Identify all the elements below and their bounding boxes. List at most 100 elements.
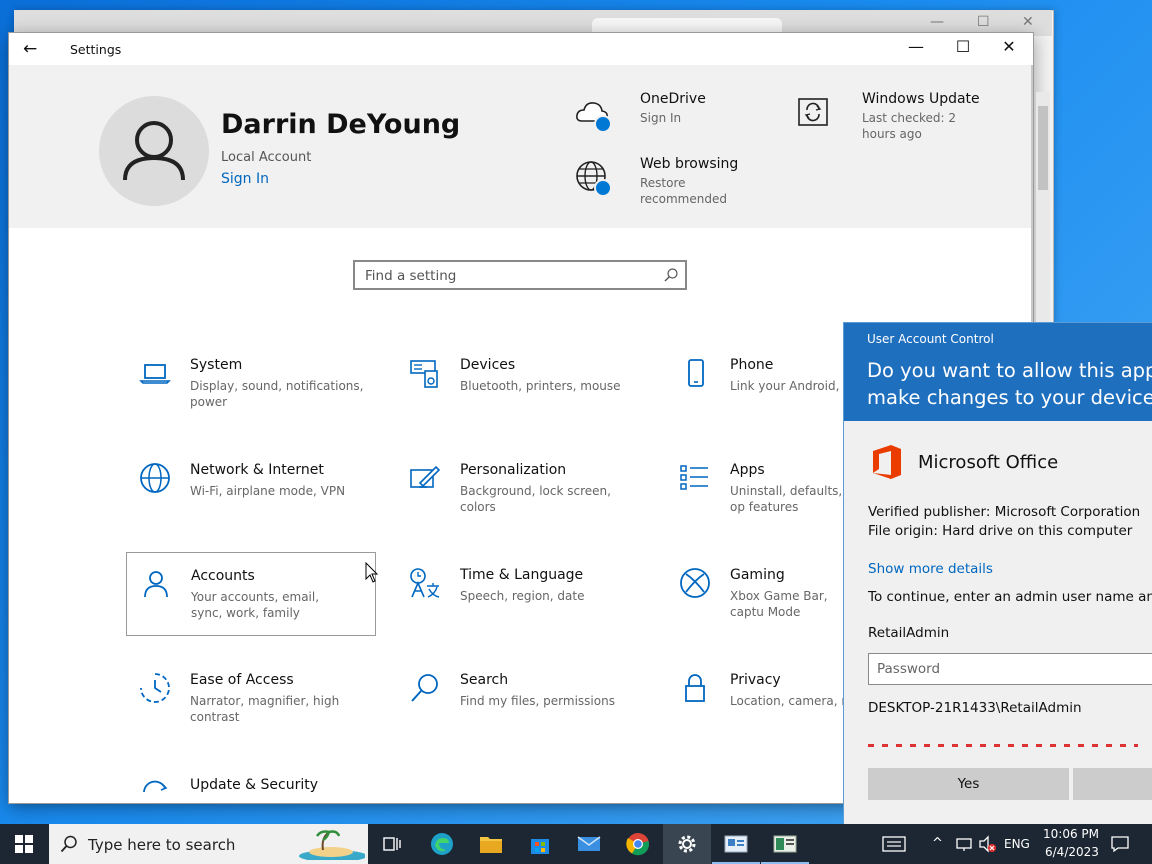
tile-gaming[interactable]: Gaming Xbox Game Bar, captu Mode bbox=[666, 552, 846, 636]
control-panel-icon[interactable] bbox=[712, 824, 760, 864]
uac-dialog: User Account Control Do you want to allo… bbox=[843, 322, 1152, 827]
phone-icon bbox=[688, 359, 704, 387]
avatar[interactable] bbox=[99, 96, 209, 206]
background-scroll-thumb[interactable] bbox=[1038, 106, 1048, 190]
paint-brush-icon bbox=[410, 465, 441, 488]
windows-start-icon[interactable] bbox=[0, 824, 48, 864]
tile-subtitle: Location, camera, mic bbox=[730, 694, 848, 708]
show-more-details-link[interactable]: Show more details bbox=[868, 561, 993, 577]
search-icon bbox=[60, 835, 77, 853]
xbox-icon bbox=[680, 568, 710, 598]
volume-muted-icon[interactable] bbox=[977, 834, 997, 858]
tile-privacy[interactable]: Privacy Location, camera, mic bbox=[666, 657, 848, 741]
chevron-up-icon[interactable]: ^ bbox=[932, 836, 943, 851]
tile-ease-of-access[interactable]: Ease of Access Narrator, magnifier, high… bbox=[126, 657, 376, 741]
close-button[interactable]: ✕ bbox=[986, 37, 1032, 61]
person-icon bbox=[144, 571, 168, 598]
task-view-icon[interactable] bbox=[368, 824, 416, 864]
tile-subtitle: Speech, region, date bbox=[460, 589, 585, 603]
lock-icon bbox=[685, 674, 705, 702]
background-close-icon[interactable]: ✕ bbox=[1022, 14, 1034, 30]
user-name: Darrin DeYoung bbox=[221, 109, 461, 140]
tile-title: Ease of Access bbox=[190, 672, 294, 688]
no-button[interactable] bbox=[1073, 768, 1152, 800]
tile-title: Gaming bbox=[730, 567, 785, 583]
windows-update-title[interactable]: Windows Update bbox=[862, 91, 980, 107]
minimize-button[interactable]: — bbox=[893, 37, 939, 61]
find-setting-search[interactable]: Find a setting bbox=[353, 260, 687, 290]
password-input[interactable]: Password bbox=[868, 653, 1152, 685]
search-icon bbox=[411, 674, 438, 702]
search-icon[interactable] bbox=[663, 267, 679, 287]
tile-network-internet[interactable]: Network & Internet Wi-Fi, airplane mode,… bbox=[126, 447, 376, 531]
web-browsing-subtitle[interactable]: Restore recommended bbox=[640, 175, 750, 207]
title-bar: ← Settings — ☐ ✕ bbox=[9, 33, 1033, 65]
taskbar-search-placeholder: Type here to search bbox=[88, 836, 236, 854]
uac-domain-user: DESKTOP-21R1433\RetailAdmin bbox=[868, 700, 1082, 716]
status-dot bbox=[594, 179, 612, 197]
tile-title: Apps bbox=[730, 462, 765, 478]
uac-instruction: To continue, enter an admin user name an… bbox=[868, 589, 1152, 605]
account-type: Local Account bbox=[221, 150, 312, 165]
uac-app-name: Microsoft Office bbox=[918, 452, 1059, 473]
uac-caption: User Account Control bbox=[867, 332, 994, 346]
maximize-button[interactable]: ☐ bbox=[940, 37, 986, 61]
globe-icon[interactable] bbox=[574, 159, 612, 197]
tile-devices[interactable]: Devices Bluetooth, printers, mouse bbox=[396, 342, 646, 426]
tile-title: Search bbox=[460, 672, 509, 688]
tile-subtitle: Uninstall, defaults, op features bbox=[730, 484, 843, 514]
microsoft-store-icon[interactable] bbox=[516, 824, 564, 864]
back-arrow-icon[interactable]: ← bbox=[23, 39, 37, 59]
clock-date[interactable]: 6/4/2023 bbox=[1045, 845, 1099, 859]
tile-time-language[interactable]: Time & Language Speech, region, date bbox=[396, 552, 646, 636]
tile-phone[interactable]: Phone Link your Android, iPh bbox=[666, 342, 846, 426]
yes-button[interactable]: Yes bbox=[868, 768, 1069, 800]
remote-app-icon[interactable] bbox=[761, 824, 809, 864]
network-icon[interactable] bbox=[954, 834, 974, 858]
laptop-icon bbox=[139, 364, 171, 384]
tile-personalization[interactable]: Personalization Background, lock screen,… bbox=[396, 447, 646, 531]
clock-time[interactable]: 10:06 PM bbox=[1043, 827, 1099, 841]
status-dot bbox=[594, 115, 612, 133]
tile-apps[interactable]: Apps Uninstall, defaults, op features bbox=[666, 447, 846, 531]
tile-title: System bbox=[190, 357, 243, 373]
apps-list-icon bbox=[680, 465, 708, 490]
language-indicator[interactable]: ENG bbox=[1004, 837, 1030, 851]
uac-question: Do you want to allow this app to make ch… bbox=[867, 359, 1152, 409]
uac-error-text-fragment bbox=[868, 744, 1138, 747]
tile-title: Accounts bbox=[191, 568, 255, 584]
tile-subtitle: Narrator, magnifier, high contrast bbox=[190, 694, 340, 724]
onedrive-subtitle[interactable]: Sign In bbox=[640, 110, 681, 126]
sync-icon bbox=[143, 780, 168, 793]
search-placeholder: Find a setting bbox=[365, 268, 457, 284]
chrome-browser-icon[interactable] bbox=[614, 824, 662, 864]
tile-search[interactable]: Search Find my files, permissions bbox=[396, 657, 646, 741]
background-maximize-icon[interactable]: ☐ bbox=[977, 14, 990, 30]
tile-subtitle: Wi-Fi, airplane mode, VPN bbox=[190, 484, 346, 498]
taskbar-search-box[interactable]: Type here to search bbox=[49, 824, 368, 864]
background-minimize-icon[interactable]: — bbox=[930, 14, 944, 30]
file-explorer-icon[interactable] bbox=[467, 824, 515, 864]
keyboard-touch-icon[interactable] bbox=[870, 824, 918, 864]
globe-icon bbox=[140, 463, 170, 493]
tile-title: Network & Internet bbox=[190, 462, 324, 478]
mail-icon[interactable] bbox=[565, 824, 613, 864]
windows-update-subtitle[interactable]: Last checked: 2 hours ago bbox=[862, 110, 992, 142]
tile-subtitle: Find my files, permissions bbox=[460, 694, 615, 708]
sign-in-link[interactable]: Sign In bbox=[221, 171, 269, 187]
cloud-icon[interactable] bbox=[574, 95, 612, 133]
onedrive-title[interactable]: OneDrive bbox=[640, 91, 706, 107]
sync-icon[interactable] bbox=[795, 93, 833, 131]
time-language-icon bbox=[410, 568, 440, 598]
edge-browser-icon[interactable] bbox=[418, 824, 466, 864]
mouse-cursor-icon bbox=[365, 562, 379, 583]
person-icon bbox=[123, 121, 185, 181]
settings-gear-icon[interactable] bbox=[663, 824, 711, 864]
tile-accounts[interactable]: Accounts Your accounts, email, sync, wor… bbox=[126, 552, 376, 636]
tile-system[interactable]: System Display, sound, notifications, po… bbox=[126, 342, 376, 426]
tile-subtitle: Bluetooth, printers, mouse bbox=[460, 379, 621, 393]
web-browsing-title[interactable]: Web browsing bbox=[640, 156, 738, 172]
tile-subtitle: Link your Android, iPh bbox=[730, 379, 845, 393]
notification-icon[interactable] bbox=[1110, 834, 1130, 858]
tile-update-security[interactable]: Update & Security bbox=[126, 762, 376, 803]
